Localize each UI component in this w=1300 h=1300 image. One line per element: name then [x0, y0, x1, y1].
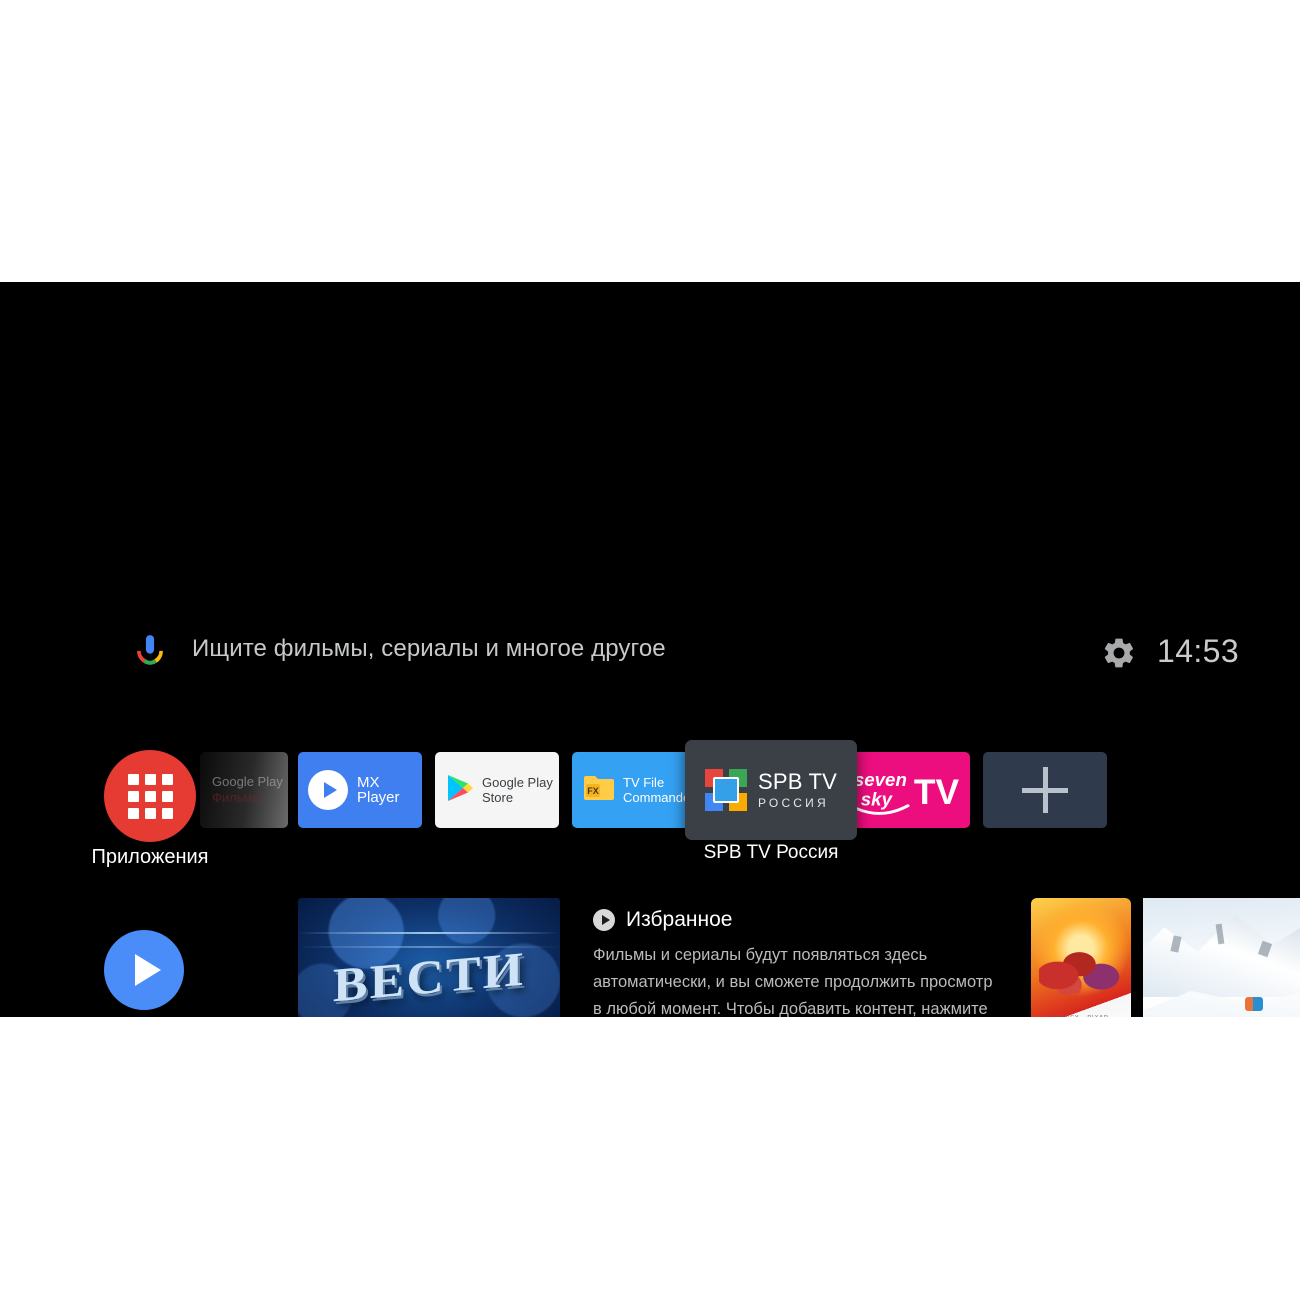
app-card-mx-player[interactable]: MX Player	[298, 752, 422, 828]
play-badge-icon	[593, 909, 615, 931]
app-card-label: MX Player	[357, 775, 400, 805]
search-input[interactable]: Ищите фильмы, сериалы и многое другое	[192, 635, 666, 663]
spb-tv-title: SPB TV	[757, 769, 838, 794]
app-card-google-play-movies[interactable]: Google Play Фильмы	[200, 752, 288, 828]
app-card-label: Google Play Фильмы	[212, 774, 283, 805]
spb-tv-subtitle: РОССИЯ	[757, 796, 829, 810]
app-card-spb-tv-focused[interactable]: SPB TV РОССИЯ	[685, 740, 857, 840]
favorites-info-title: Избранное	[626, 908, 733, 931]
light-streak	[298, 932, 560, 934]
poster-title: DISNEY · PIXAR INCREDIBLES 2	[1031, 1015, 1131, 1017]
apps-launcher-label: Приложения	[91, 846, 209, 868]
poster-incredibles-2[interactable]: DISNEY · PIXAR INCREDIBLES 2	[1031, 898, 1131, 1017]
google-mic-icon[interactable]	[136, 634, 164, 670]
apps-launcher[interactable]: Приложения	[91, 750, 209, 868]
apps-grid-icon	[104, 750, 196, 842]
favorites-thumbnail-vesti[interactable]: ВЕСТИ	[298, 898, 560, 1017]
app-card-tv-file-commander[interactable]: FX TV File Commander	[572, 752, 696, 828]
file-commander-folder-icon: FX	[582, 773, 616, 808]
play-circle-icon	[104, 930, 184, 1010]
favorites-info-description: Фильмы и сериалы будут появляться здесь …	[593, 946, 993, 1017]
add-app-button[interactable]	[983, 752, 1107, 828]
favorites-photo-snow[interactable]	[1143, 898, 1300, 1017]
top-bar: Ищите фильмы, сериалы и многое другое 14…	[0, 282, 1300, 669]
gear-icon[interactable]	[1101, 635, 1137, 671]
focused-app-label: SPB TV Россия	[703, 842, 839, 863]
favorites-info-panel: Избранное Фильмы и сериалы будут появлят…	[593, 908, 993, 1017]
svg-text:seven: seven	[854, 769, 907, 790]
skier-graphic	[1245, 997, 1264, 1012]
mx-player-icon	[308, 770, 348, 810]
app-card-seven-sky-tv[interactable]: seven sky TV	[846, 752, 970, 828]
spb-tv-logo-icon	[704, 769, 747, 811]
plus-icon	[1022, 767, 1068, 813]
app-card-google-play-store[interactable]: Google Play Store	[435, 752, 559, 828]
svg-text:FX: FX	[587, 786, 599, 796]
app-card-label: Google Play Store	[482, 775, 553, 805]
svg-text:sky: sky	[861, 789, 894, 810]
favorites-launcher[interactable]: Избранное	[104, 930, 184, 1010]
google-play-store-icon	[446, 773, 474, 808]
seven-sky-tv-logo: seven sky TV	[854, 769, 960, 815]
poster-characters-graphic	[1039, 932, 1123, 994]
android-tv-home-screen: Ищите фильмы, сериалы и многое другое 14…	[0, 282, 1300, 1017]
clock: 14:53	[1157, 633, 1240, 669]
svg-text:TV: TV	[914, 772, 960, 812]
